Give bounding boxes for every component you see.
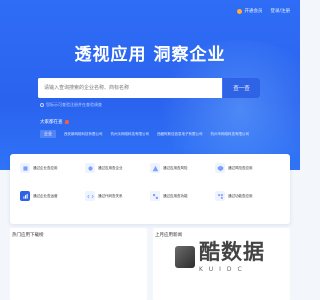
feature-item-app-functions[interactable]: 通过应用查功能 — [150, 190, 215, 202]
feature-label: 通过代码查关系 — [98, 193, 123, 198]
download-ranking-title: 热门应用下载榜 — [12, 233, 44, 238]
vip-link[interactable]: 开通会员 — [237, 8, 262, 14]
feature-item-function-apps[interactable]: 通过功能查应用 — [215, 190, 280, 202]
search-hint: 您标示可查验注册并在查验调查 — [40, 102, 102, 108]
download-ranking-card: 热门应用下载榜 — [10, 228, 147, 300]
function-icon — [150, 191, 160, 201]
watermark-main: 酷数据 — [199, 240, 265, 264]
feature-item-code-relations[interactable]: 通过代码查关系 — [85, 190, 150, 202]
vip-label: 开通会员 — [244, 9, 263, 14]
feature-label: 通过风险查应用 — [228, 165, 253, 170]
hot-tag[interactable]: 企业 — [40, 130, 56, 138]
login-label: 登录/注册 — [270, 9, 290, 14]
chart-icon — [20, 191, 30, 201]
feature-item-company-apps[interactable]: 通过企业查应用 — [20, 162, 85, 174]
shield-icon — [215, 163, 225, 173]
hero-banner: 开通会员 登录/注册 透视应用 洞察企业 查一查 您标示可查验注册并在查验调查 … — [0, 0, 300, 170]
app-icon — [85, 163, 95, 173]
company-icon — [20, 163, 30, 173]
page-title: 透视应用 洞察企业 — [74, 45, 226, 65]
watermark-sub: KUIDC — [199, 266, 248, 273]
hot-item[interactable]: 杭州沃网络科技有限公司 — [111, 132, 150, 137]
info-icon — [40, 103, 44, 107]
search-input[interactable] — [38, 78, 222, 98]
hot-title-label: 大家都在查 — [40, 120, 63, 125]
feature-panel: 通过企业查应用 通过应用查企业 通过应用查风险 通过风险查应用 通过企业查运营 … — [10, 154, 290, 224]
feature-label: 通过应用查企业 — [98, 165, 123, 170]
hot-search-title: 大家都在查 — [40, 119, 69, 125]
feature-label: 通过应用查风险 — [163, 165, 188, 170]
hot-item[interactable]: 杭州市网络科技有限公司 — [211, 132, 250, 137]
login-link[interactable]: 登录/注册 — [270, 8, 290, 14]
feature-item-app-company[interactable]: 通过应用查企业 — [85, 162, 150, 174]
search-box: 查一查 — [38, 78, 260, 98]
fire-icon — [64, 120, 69, 124]
feature-item-risk-apps[interactable]: 通过风险查应用 — [215, 162, 280, 174]
feature-label: 通过企业查运营 — [33, 193, 58, 198]
hot-item[interactable]: 西安新网络科技有限公司 — [64, 132, 103, 137]
feature-item-company-ops[interactable]: 通过企业查运营 — [20, 190, 85, 202]
feature-label: 通过功能查应用 — [228, 193, 253, 198]
risk-icon — [150, 163, 160, 173]
feature-label: 通过应用查功能 — [163, 193, 188, 198]
feature-item-app-risk[interactable]: 通过应用查风险 — [150, 162, 215, 174]
hint-text: 您标示可查验注册并在查验调查 — [46, 102, 102, 107]
watermark: 酷数据 KUIDC — [175, 232, 285, 282]
search-button[interactable]: 查一查 — [222, 78, 260, 98]
feature-label: 通过企业查应用 — [33, 165, 58, 170]
feature-grid: 通过企业查应用 通过应用查企业 通过应用查风险 通过风险查应用 通过企业查运营 … — [20, 162, 280, 202]
hot-search-row: 企业 西安新网络科技有限公司 杭州沃网络科技有限公司 西藏阿斯佳信息电子有限公司… — [40, 130, 249, 138]
watermark-logo-icon — [175, 246, 195, 268]
hot-item[interactable]: 西藏阿斯佳信息电子有限公司 — [157, 132, 203, 137]
top-bar: 开通会员 登录/注册 — [237, 8, 290, 14]
vip-icon — [237, 8, 243, 14]
grid-icon — [215, 191, 225, 201]
watermark-text: 酷数据 KUIDC — [199, 241, 265, 273]
code-icon — [85, 191, 95, 201]
